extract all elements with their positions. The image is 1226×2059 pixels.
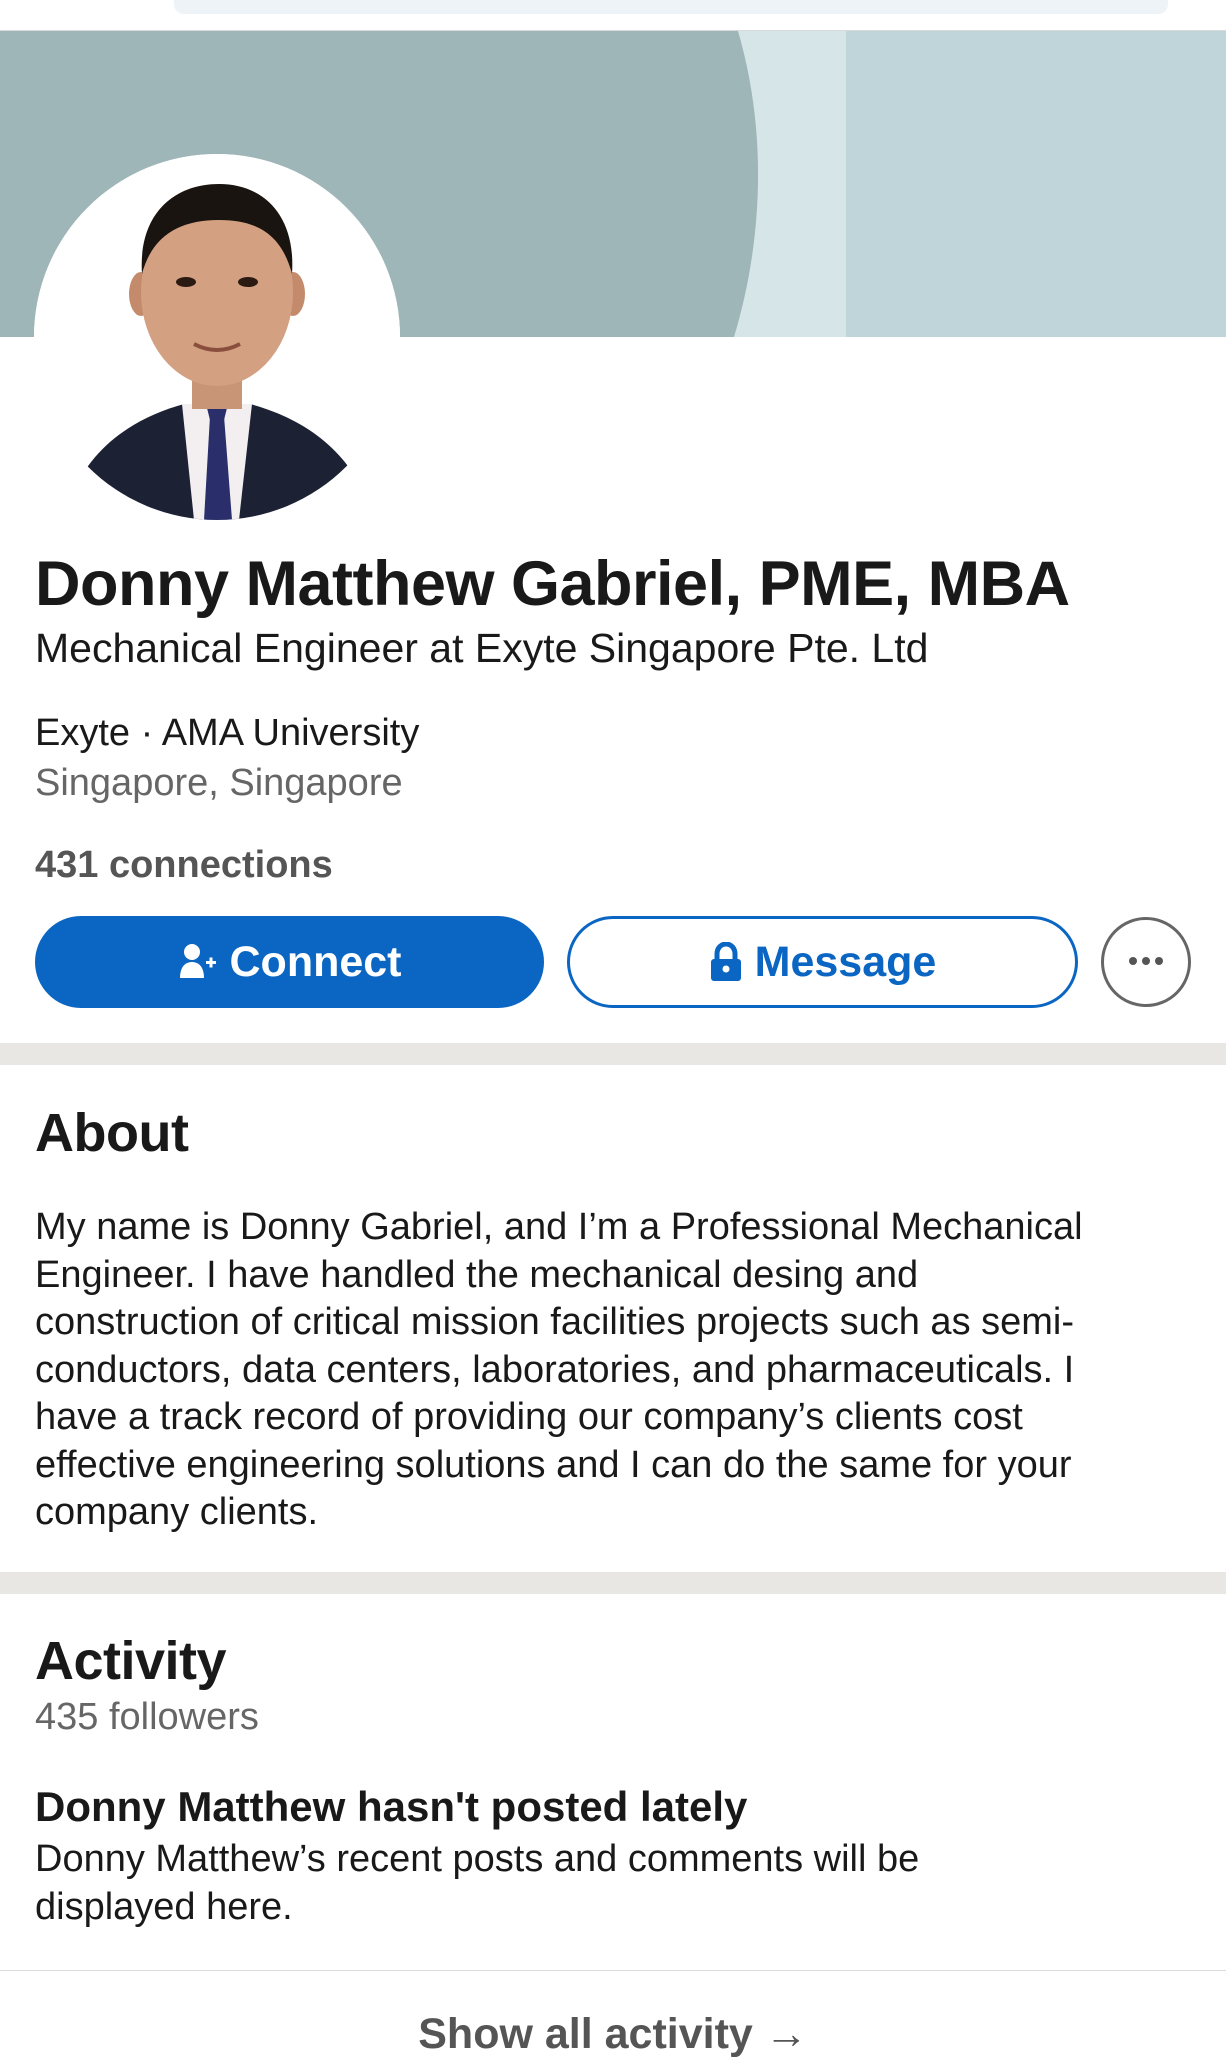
footer-divider <box>0 1970 1226 1971</box>
profile-org[interactable]: Exyte · AMA University <box>35 712 419 755</box>
profile-name: Donny Matthew Gabriel, PME, MBA <box>35 549 1070 619</box>
more-options-button[interactable] <box>1101 917 1191 1007</box>
more-options-icon <box>1126 953 1166 971</box>
message-button[interactable]: Message <box>567 916 1078 1008</box>
lock-icon <box>709 942 743 982</box>
activity-empty-description: Donny Matthew’s recent posts and comment… <box>35 1838 920 1928</box>
connections-count[interactable]: 431 connections <box>35 844 333 887</box>
connect-label: Connect <box>229 937 402 986</box>
message-label: Message <box>754 937 937 986</box>
connect-button[interactable]: Connect <box>35 916 544 1008</box>
top-bar <box>0 0 1226 31</box>
profile-headline: Mechanical Engineer at Exyte Singapore P… <box>35 625 929 671</box>
search-bar[interactable] <box>174 0 1168 14</box>
section-divider <box>0 1043 1226 1065</box>
about-text: My name is Donny Gabriel, and I’m a Prof… <box>35 1206 1083 1533</box>
show-all-activity-link[interactable]: Show all activity → <box>0 2010 1226 2059</box>
activity-title: Activity <box>35 1631 227 1691</box>
activity-empty-title: Donny Matthew hasn't posted lately <box>35 1783 748 1830</box>
followers-count: 435 followers <box>35 1696 259 1738</box>
profile-location: Singapore, Singapore <box>35 762 403 804</box>
add-person-icon <box>178 942 218 982</box>
about-title: About <box>35 1103 189 1163</box>
person-avatar-illustration <box>34 154 400 520</box>
section-divider <box>0 1572 1226 1594</box>
profile-photo[interactable] <box>34 154 400 520</box>
